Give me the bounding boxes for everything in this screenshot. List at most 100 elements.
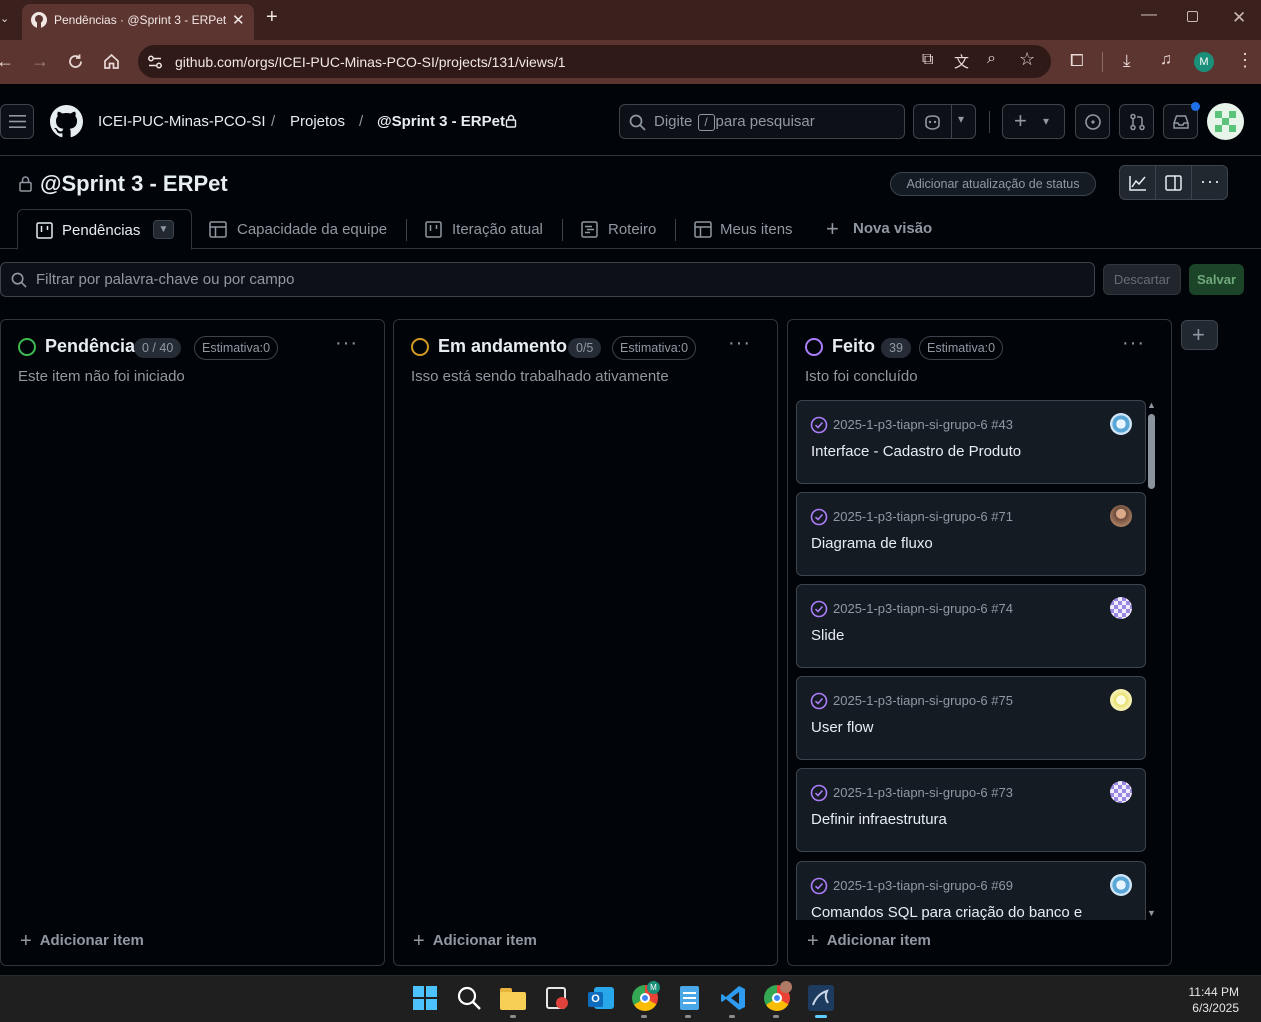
add-item-button[interactable]: + Adicionar item: [20, 930, 144, 953]
copilot-dropdown-icon[interactable]: ▾: [958, 112, 964, 126]
more-options-icon[interactable]: ···: [1200, 171, 1221, 192]
view-options-dropdown-icon[interactable]: ▼: [153, 220, 174, 239]
card-repo-number[interactable]: 2025-1-p3-tiapn-si-grupo-6 #74: [833, 601, 1013, 616]
downloads-icon[interactable]: ⤓: [1123, 51, 1131, 71]
column-menu-icon[interactable]: ···: [728, 332, 751, 355]
media-control-icon[interactable]: ♫: [1160, 51, 1172, 69]
issue-card[interactable]: 2025-1-p3-tiapn-si-grupo-6 #75 User flow: [796, 676, 1146, 760]
minimize-icon[interactable]: —: [1141, 6, 1157, 24]
tab-pendencias-label: Pendências: [62, 222, 141, 239]
new-view-button[interactable]: Nova visão: [853, 220, 932, 237]
profile-avatar[interactable]: M: [1194, 52, 1214, 72]
scrollbar[interactable]: ▲ ▼: [1144, 400, 1158, 920]
assignee-avatar[interactable]: [1110, 781, 1132, 803]
breadcrumb-projects[interactable]: Projetos: [290, 113, 345, 130]
running-indicator: [641, 1015, 647, 1018]
tab-iteracao-atual[interactable]: Iteração atual: [452, 221, 543, 238]
tab-roteiro[interactable]: Roteiro: [608, 221, 656, 238]
close-tab-icon[interactable]: ✕: [232, 11, 245, 29]
install-app-icon[interactable]: ⧉: [922, 51, 933, 69]
copilot-button[interactable]: ▾: [913, 104, 976, 139]
card-title[interactable]: Slide: [811, 627, 844, 644]
tab-search-icon[interactable]: ⌄: [0, 12, 9, 25]
insights-graph-icon[interactable]: [1129, 175, 1147, 191]
issue-card[interactable]: 2025-1-p3-tiapn-si-grupo-6 #43 Interface…: [796, 400, 1146, 484]
issue-card[interactable]: 2025-1-p3-tiapn-si-grupo-6 #71 Diagrama …: [796, 492, 1146, 576]
search-input[interactable]: Digite / para pesquisar: [619, 104, 905, 139]
assignee-avatar[interactable]: [1110, 874, 1132, 896]
file-explorer-icon[interactable]: [500, 985, 526, 1011]
issue-card[interactable]: 2025-1-p3-tiapn-si-grupo-6 #69 Comandos …: [796, 861, 1146, 920]
site-info-icon[interactable]: [147, 54, 163, 70]
home-icon[interactable]: [103, 53, 120, 70]
taskbar-time[interactable]: 11:44 PM: [1189, 985, 1239, 999]
issue-card[interactable]: 2025-1-p3-tiapn-si-grupo-6 #74 Slide: [796, 584, 1146, 668]
card-title[interactable]: Diagrama de fluxo: [811, 535, 933, 552]
scroll-down-icon[interactable]: ▼: [1147, 908, 1156, 918]
add-item-button[interactable]: + Adicionar item: [807, 930, 931, 953]
taskbar-date[interactable]: 6/3/2025: [1192, 1001, 1239, 1015]
assignee-avatar[interactable]: [1110, 413, 1132, 435]
save-button[interactable]: Salvar: [1189, 264, 1244, 295]
vscode-icon[interactable]: [720, 985, 746, 1011]
menu-button[interactable]: [0, 104, 34, 139]
bookmark-star-icon[interactable]: ☆: [1019, 49, 1035, 70]
card-title[interactable]: User flow: [811, 719, 874, 736]
card-repo-number[interactable]: 2025-1-p3-tiapn-si-grupo-6 #73: [833, 785, 1013, 800]
reload-icon[interactable]: [67, 53, 84, 70]
add-item-button[interactable]: + Adicionar item: [413, 930, 537, 953]
translate-icon[interactable]: 文: [954, 51, 969, 72]
snipping-tool-icon[interactable]: [544, 985, 570, 1011]
close-window-icon[interactable]: ✕: [1232, 8, 1246, 28]
tab-pendencias[interactable]: Pendências ▼: [17, 209, 192, 250]
chrome-profile-m-icon[interactable]: M: [632, 981, 660, 1011]
add-column-button[interactable]: +: [1181, 320, 1218, 350]
scroll-up-icon[interactable]: ▲: [1147, 400, 1156, 410]
new-view-plus-icon[interactable]: +: [826, 216, 839, 242]
column-menu-icon[interactable]: ···: [335, 332, 358, 355]
browser-tab[interactable]: Pendências · @Sprint 3 - ERPet ✕: [22, 4, 254, 40]
card-repo-number[interactable]: 2025-1-p3-tiapn-si-grupo-6 #75: [833, 693, 1013, 708]
chrome-menu-icon[interactable]: ⋮: [1236, 50, 1254, 71]
card-repo-number[interactable]: 2025-1-p3-tiapn-si-grupo-6 #43: [833, 417, 1013, 432]
github-logo-icon[interactable]: [50, 105, 83, 138]
sidebar-panel-icon[interactable]: [1165, 175, 1182, 191]
filter-input[interactable]: Filtrar por palavra-chave ou por campo: [0, 262, 1095, 297]
create-new-button[interactable]: + ▾: [1002, 104, 1065, 139]
user-avatar[interactable]: [1207, 103, 1244, 140]
card-repo-number[interactable]: 2025-1-p3-tiapn-si-grupo-6 #71: [833, 509, 1013, 524]
assignee-avatar[interactable]: [1110, 505, 1132, 527]
restore-icon[interactable]: [1187, 11, 1198, 22]
plus-icon: +: [1014, 108, 1027, 133]
forward-icon[interactable]: →: [31, 51, 49, 72]
tab-capacidade[interactable]: Capacidade da equipe: [237, 221, 387, 238]
extensions-icon[interactable]: ⧠: [1070, 51, 1084, 71]
issue-card[interactable]: 2025-1-p3-tiapn-si-grupo-6 #73 Definir i…: [796, 768, 1146, 852]
add-status-update-button[interactable]: Adicionar atualização de status: [890, 172, 1096, 196]
card-title[interactable]: Definir infraestrutura: [811, 811, 947, 828]
new-tab-icon[interactable]: +: [266, 7, 278, 27]
pull-requests-button[interactable]: [1119, 104, 1154, 139]
taskbar-search-icon[interactable]: [456, 985, 482, 1011]
column-menu-icon[interactable]: ···: [1122, 332, 1145, 355]
card-title[interactable]: Comandos SQL para criação do banco e: [811, 904, 1082, 920]
card-repo-number[interactable]: 2025-1-p3-tiapn-si-grupo-6 #69: [833, 878, 1013, 893]
windows-start-icon[interactable]: [412, 985, 438, 1011]
scrollbar-thumb[interactable]: [1148, 414, 1155, 489]
issues-button[interactable]: [1075, 104, 1110, 139]
back-icon[interactable]: ←: [0, 51, 14, 72]
chrome-profile-icon[interactable]: [764, 981, 792, 1011]
notepad-icon[interactable]: [676, 985, 702, 1011]
breadcrumb-project[interactable]: @Sprint 3 - ERPet: [377, 113, 505, 130]
assignee-avatar[interactable]: [1110, 597, 1132, 619]
assignee-avatar[interactable]: [1110, 689, 1132, 711]
discard-button[interactable]: Descartar: [1103, 264, 1181, 295]
zoom-icon[interactable]: ⌕: [987, 50, 996, 68]
card-title[interactable]: Interface - Cadastro de Produto: [811, 443, 1021, 460]
tab-meus-itens[interactable]: Meus itens: [720, 221, 793, 238]
breadcrumb-org[interactable]: ICEI-PUC-Minas-PCO-SI: [98, 113, 266, 130]
inbox-button[interactable]: [1163, 102, 1200, 139]
address-bar[interactable]: github.com/orgs/ICEI-PUC-Minas-PCO-SI/pr…: [138, 45, 1051, 78]
outlook-icon[interactable]: O: [588, 985, 614, 1011]
mysql-workbench-icon[interactable]: [808, 985, 834, 1011]
